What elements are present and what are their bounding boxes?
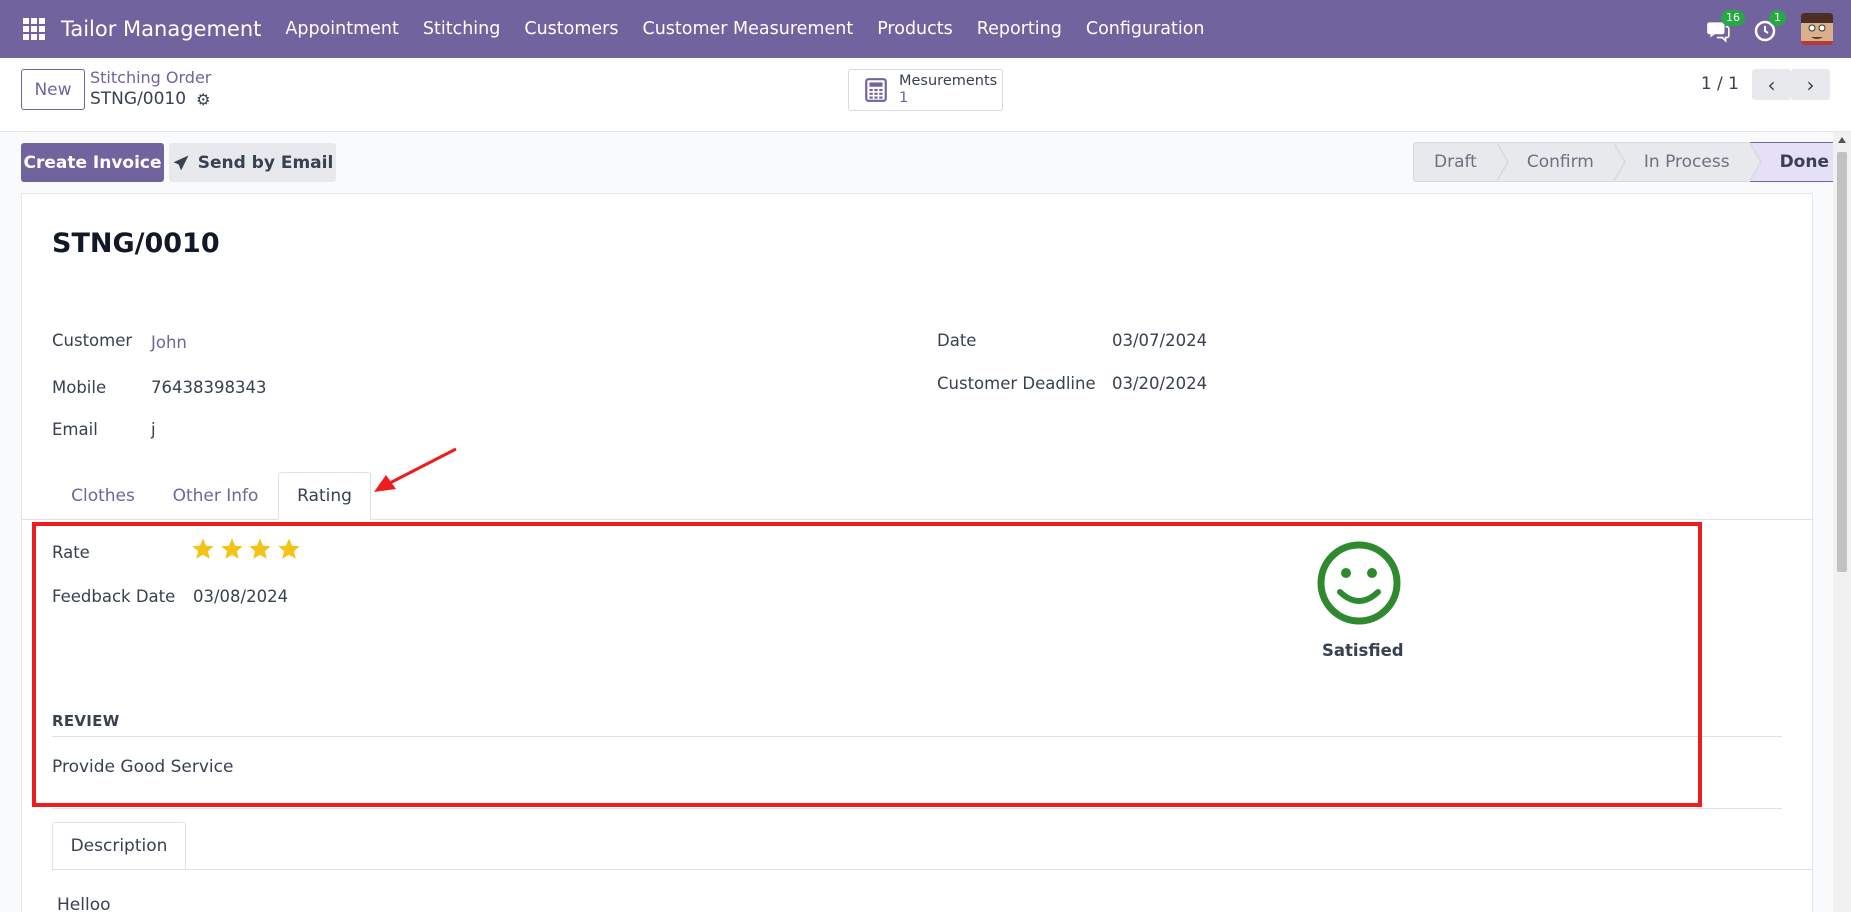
mobile-label: Mobile (52, 378, 107, 397)
tab-other-info[interactable]: Other Info (163, 472, 268, 520)
control-panel: New Stitching Order STNG/0010 ⚙ Mesureme… (0, 58, 1851, 132)
tab-rating[interactable]: Rating (278, 472, 371, 520)
highlight-box (32, 522, 1702, 807)
pager-value[interactable]: 1 / 1 (1701, 74, 1739, 94)
pager-previous-button[interactable]: ‹ (1752, 69, 1791, 100)
stage-in-process[interactable]: In Process (1613, 142, 1762, 182)
user-avatar[interactable] (1801, 13, 1833, 45)
annotation-arrow-icon (374, 447, 457, 492)
stage-done-label: Done (1779, 152, 1829, 172)
tab-clothes[interactable]: Clothes (53, 472, 153, 520)
chevron-right-icon: › (1806, 72, 1815, 97)
customer-deadline-field[interactable]: 03/20/2024 (1112, 374, 1207, 393)
menu-reporting[interactable]: Reporting (965, 19, 1074, 39)
stage-draft[interactable]: Draft (1413, 142, 1509, 182)
stage-draft-label: Draft (1434, 152, 1477, 172)
pager-next-button[interactable]: › (1791, 69, 1830, 100)
scroll-up-icon[interactable] (1838, 137, 1846, 143)
menu-customers[interactable]: Customers (512, 19, 630, 39)
chevron-left-icon: ‹ (1767, 72, 1776, 97)
date-label: Date (937, 331, 977, 350)
paper-plane-icon (173, 155, 189, 170)
activity-clock-icon[interactable]: 1 (1753, 10, 1786, 44)
messages-count-badge: 16 (1721, 10, 1745, 26)
record-name-text: STNG/0010 (90, 89, 187, 109)
app-brand[interactable]: Tailor Management (61, 17, 261, 41)
mobile-field[interactable]: 76438398343 (151, 378, 266, 397)
smart-button-label: Mesurements (899, 73, 998, 89)
menu-configuration[interactable]: Configuration (1074, 19, 1217, 39)
tab-description[interactable]: Description (52, 822, 186, 870)
vertical-scrollbar[interactable] (1833, 132, 1851, 912)
smart-button-value: 1 (899, 90, 909, 106)
section-divider (52, 808, 1782, 809)
menu-appointment[interactable]: Appointment (273, 19, 410, 39)
messages-icon[interactable]: 16 (1705, 10, 1745, 44)
send-by-email-label: Send by Email (197, 152, 334, 173)
breadcrumb-current-record: STNG/0010 ⚙ (90, 89, 210, 109)
create-invoice-button[interactable]: Create Invoice (21, 143, 164, 182)
menu-customer-measurement[interactable]: Customer Measurement (630, 19, 865, 39)
scrollbar-thumb[interactable] (1837, 152, 1847, 572)
main-menu: Appointment Stitching Customers Customer… (273, 19, 1216, 39)
measurements-smart-button[interactable]: Mesurements 1 (848, 69, 1003, 111)
description-text[interactable]: Helloo (57, 895, 111, 912)
status-bar: Draft Confirm In Process Done (1413, 142, 1850, 182)
top-navbar: Tailor Management Appointment Stitching … (0, 0, 1851, 58)
gear-icon[interactable]: ⚙ (196, 90, 210, 109)
customer-field[interactable]: John (151, 333, 187, 352)
record-title: STNG/0010 (52, 228, 220, 259)
stage-confirm-label: Confirm (1526, 152, 1594, 172)
email-label: Email (52, 420, 98, 439)
stage-confirm[interactable]: Confirm (1496, 142, 1626, 182)
breadcrumb-stitching-order[interactable]: Stitching Order (90, 68, 211, 87)
email-field[interactable]: j (151, 420, 156, 439)
calculator-icon (865, 78, 887, 102)
send-by-email-button[interactable]: Send by Email (169, 143, 336, 182)
customer-label: Customer (52, 331, 133, 350)
date-field[interactable]: 03/07/2024 (1112, 331, 1207, 350)
menu-products[interactable]: Products (865, 19, 965, 39)
apps-menu-icon[interactable] (23, 18, 45, 40)
description-tabs-divider (52, 869, 1813, 870)
customer-deadline-label: Customer Deadline (937, 374, 1096, 393)
activity-count-badge: 1 (1769, 10, 1786, 26)
stage-in-process-label: In Process (1643, 152, 1730, 172)
new-button[interactable]: New (21, 69, 85, 110)
menu-stitching[interactable]: Stitching (411, 19, 512, 39)
